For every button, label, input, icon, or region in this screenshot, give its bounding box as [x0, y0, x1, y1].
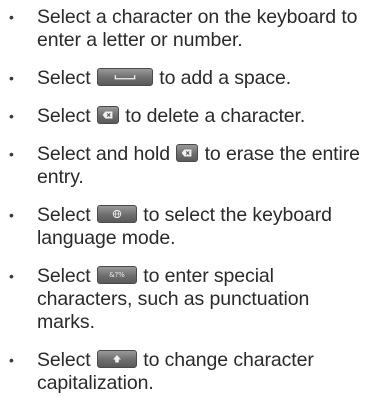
list-item-capitalization: • Select to change character capitalizat…	[0, 349, 368, 395]
bullet: •	[9, 352, 14, 368]
bullet: •	[9, 268, 14, 284]
special-characters-icon: &?%	[96, 266, 137, 284]
instruction-list: • Select a character on the keyboard to …	[0, 6, 368, 395]
step-text-lead: Select	[37, 265, 91, 287]
list-item-erase: • Select and hold to erase the entire en…	[0, 143, 368, 189]
step-text-lead: Select	[37, 204, 91, 226]
step-text: Select a character on the keyboard to en…	[37, 6, 358, 51]
list-item-enter-character: • Select a character on the keyboard to …	[0, 6, 368, 52]
bullet: •	[9, 9, 14, 25]
bullet: •	[9, 146, 14, 162]
bullet: •	[9, 108, 14, 124]
list-item-delete: • Select to delete a character.	[0, 105, 368, 128]
step-text-lead: Select	[37, 349, 91, 371]
list-item-space: • Select to add a space.	[0, 67, 368, 90]
bullet: •	[9, 70, 14, 86]
step-text-lead: Select	[37, 105, 91, 127]
shift-arrow-icon	[96, 350, 137, 368]
step-text-tail: to delete a character.	[125, 105, 306, 127]
step-text-lead: Select	[37, 67, 91, 89]
bullet: •	[9, 207, 14, 223]
step-text-tail: to add a space.	[159, 67, 292, 89]
list-item-language: • Select to select the keyboard language…	[0, 204, 368, 250]
step-text-lead: Select and hold	[37, 143, 170, 165]
list-item-special-characters: • Select &?% to enter special characters…	[0, 265, 368, 334]
backspace-icon	[96, 106, 119, 124]
space-bar-icon	[96, 68, 153, 86]
instruction-page: • Select a character on the keyboard to …	[0, 0, 368, 397]
backspace-icon	[176, 144, 199, 162]
special-characters-key-label: &?%	[109, 271, 125, 279]
globe-icon	[96, 205, 137, 223]
